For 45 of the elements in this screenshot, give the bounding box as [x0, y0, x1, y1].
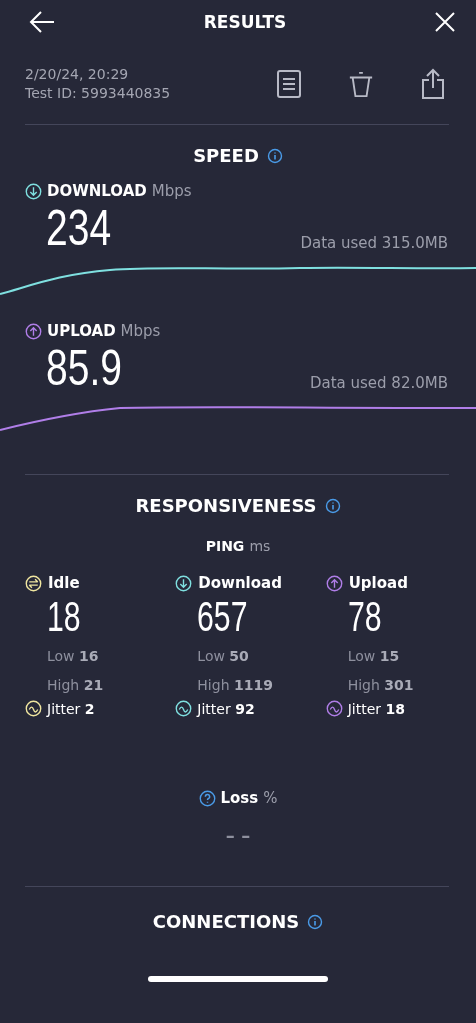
speed-label: UPLOAD [47, 322, 116, 340]
document-icon[interactable] [276, 68, 302, 100]
ping-value: 657 [197, 592, 248, 642]
column-label: Download [198, 574, 282, 592]
column-label: Upload [348, 574, 408, 592]
speed-label: DOWNLOAD [47, 182, 147, 200]
test-date: 2/20/24, 20:29 [25, 65, 130, 84]
speed-value: 85.9 [46, 340, 122, 396]
info-icon[interactable] [307, 913, 324, 930]
low-value: Low 15 [347, 647, 400, 666]
test-id: Test ID: 5993440835 [25, 84, 172, 103]
section-title: CONNECTIONS [152, 911, 300, 932]
jitter-value: Jitter 92 [197, 700, 255, 717]
page-title: RESULTS [203, 12, 287, 32]
loss-value: – – [225, 825, 251, 846]
wave-icon [325, 700, 343, 717]
section-title: RESPONSIVENESS [135, 495, 317, 516]
jitter-value: Jitter 2 [47, 700, 95, 717]
share-icon[interactable] [420, 68, 446, 100]
wave-icon [25, 700, 42, 717]
jitter-value: Jitter 18 [347, 700, 405, 717]
ping-unit: ms [249, 538, 271, 554]
data-used: Data used 82.0MB [309, 374, 448, 394]
low-value: Low 16 [47, 647, 99, 666]
ping-value: 78 [347, 592, 382, 642]
ping-value: 18 [47, 592, 81, 642]
speed-unit: Mbps [151, 182, 192, 200]
speed-unit: Mbps [120, 322, 161, 340]
low-value: Low 50 [197, 647, 249, 666]
data-used: Data used 315.0MB [300, 234, 448, 254]
speed-value: 234 [46, 200, 112, 256]
info-icon[interactable] [266, 147, 283, 164]
high-value: High 21 [47, 676, 104, 695]
ping-label: PING [205, 538, 245, 554]
high-value: High 1119 [197, 676, 273, 695]
wave-icon [175, 700, 193, 717]
back-icon[interactable] [28, 10, 56, 34]
loss-label: Loss [220, 789, 259, 807]
info-icon[interactable] [324, 497, 341, 514]
help-icon[interactable] [198, 789, 216, 807]
close-icon[interactable] [434, 11, 456, 33]
loss-unit: % [263, 789, 278, 807]
column-label: Idle [48, 574, 80, 592]
section-title: SPEED [193, 145, 259, 166]
high-value: High 301 [347, 676, 414, 695]
